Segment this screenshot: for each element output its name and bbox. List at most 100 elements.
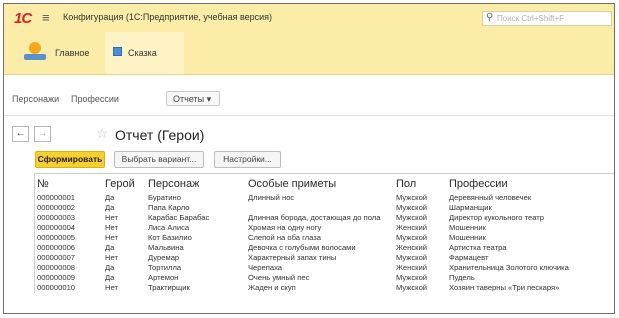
section-subnav: Персонажи Профессии Отчеты ▾ <box>4 90 614 108</box>
cell-gender: Женский <box>396 263 427 272</box>
favorite-star-icon[interactable]: ☆ <box>96 125 109 142</box>
section-tale[interactable]: Сказка <box>105 32 184 74</box>
cell-hero: Да <box>105 243 115 252</box>
cell-number: 000000009 <box>37 273 76 282</box>
cell-marks: Хромая на одну ногу <box>248 223 322 232</box>
table-row[interactable]: 000000001 Да Буратино Длинный нос Мужской Дер… <box>34 193 614 203</box>
cell-marks: Характерный запах тины <box>248 253 337 262</box>
cell-professions: Директор кукольного театр <box>449 213 544 222</box>
cell-gender: Мужской <box>396 203 428 212</box>
cell-gender: Мужской <box>396 253 428 262</box>
cell-professions: Мошенник <box>449 223 486 232</box>
report-toolbar: Сформировать Выбрать вариант... Настройк… <box>4 151 614 169</box>
cell-professions: Деревянный человечек <box>449 193 532 202</box>
settings-button[interactable]: Настройки... <box>214 151 281 168</box>
cell-character: Артемон <box>148 273 179 282</box>
col-header-professions: Профессии <box>449 178 508 190</box>
app-window: 1С ≡ Конфигурация (1С:Предприятие, учебн… <box>3 3 615 314</box>
top-bar: 1С ≡ Конфигурация (1С:Предприятие, учебн… <box>4 4 614 32</box>
cell-professions: Шарманщик <box>449 203 492 212</box>
back-button[interactable]: ← <box>12 126 29 142</box>
cell-professions: Артистка театра <box>449 243 507 252</box>
search-placeholder: Поиск Ctrl+Shift+F <box>497 14 565 23</box>
cell-gender: Женский <box>396 223 427 232</box>
cell-character: Папа Карло <box>148 203 190 212</box>
app-logo: 1С <box>14 10 32 27</box>
report-spreadsheet[interactable]: № Герой Персонаж Особые приметы Пол Проф… <box>34 173 614 293</box>
cell-number: 000000002 <box>37 203 76 212</box>
reports-dropdown-button[interactable]: Отчеты ▾ <box>166 91 220 106</box>
cell-number: 000000006 <box>37 243 76 252</box>
cell-gender: Мужской <box>396 233 428 242</box>
cell-character: Тортилла <box>148 263 182 272</box>
cell-gender: Женский <box>396 243 427 252</box>
cell-number: 000000003 <box>37 213 76 222</box>
cell-character: Лиса Алиса <box>148 223 190 232</box>
cell-character: Кот Базилио <box>148 233 192 242</box>
cell-number: 000000010 <box>37 283 76 292</box>
report-title: Отчет (Герои) <box>115 127 205 143</box>
home-section-icon <box>24 40 46 62</box>
cell-hero: Нет <box>105 253 118 262</box>
section-home[interactable]: Главное <box>4 32 105 74</box>
cell-hero: Нет <box>105 223 118 232</box>
cell-marks: Девочка с голубыми волосами <box>248 243 356 252</box>
select-variant-button[interactable]: Выбрать вариант... <box>114 151 204 168</box>
cell-hero: Да <box>105 263 115 272</box>
cell-gender: Мужской <box>396 193 428 202</box>
divider <box>4 115 614 116</box>
col-header-number: № <box>37 178 49 190</box>
table-row[interactable]: 000000002 Да Папа Карло Мужской Шарманщик <box>34 203 614 213</box>
cell-professions: Хозяин таверны «Три пескаря» <box>449 283 560 292</box>
cell-marks: Длинная борода, достающая до пола <box>248 213 381 222</box>
cell-number: 000000004 <box>37 223 76 232</box>
cell-hero: Нет <box>105 213 118 222</box>
cell-hero: Нет <box>105 233 118 242</box>
cell-character: Карабас Барабас <box>148 213 210 222</box>
table-row[interactable]: 000000010 Нет Трактирщик Жаден и скуп Мужско… <box>34 283 614 293</box>
cell-hero: Да <box>105 273 115 282</box>
col-header-marks: Особые приметы <box>248 178 337 190</box>
cell-hero: Да <box>105 193 115 202</box>
cell-character: Трактирщик <box>148 283 190 292</box>
cell-character: Буратино <box>148 193 181 202</box>
search-input[interactable]: ⚲ Поиск Ctrl+Shift+F <box>482 11 612 26</box>
cell-number: 000000007 <box>37 253 76 262</box>
cell-marks: Длинный нос <box>248 193 295 202</box>
cell-gender: Мужской <box>396 283 428 292</box>
cell-professions: Хранительница Золотого ключика <box>449 263 569 272</box>
col-header-hero: Герой <box>105 178 135 190</box>
section-panel: Главное Сказка <box>4 32 614 75</box>
cell-professions: Мошенник <box>449 233 486 242</box>
nav-link-characters[interactable]: Персонажи <box>12 94 59 104</box>
nav-link-professions[interactable]: Профессии <box>71 94 119 104</box>
cell-character: Дуремар <box>148 253 180 262</box>
tale-section-icon <box>113 47 122 56</box>
table-row[interactable]: 000000008 Да Тортилла Черепаха Женский Хранит… <box>34 263 614 273</box>
cell-professions: Пудель <box>449 273 475 282</box>
section-tale-label: Сказка <box>128 48 157 58</box>
cell-gender: Мужской <box>396 213 428 222</box>
form-header: ← → ☆ Отчет (Герои) <box>4 124 614 146</box>
app-title: Конфигурация (1С:Предприятие, учебная ве… <box>63 12 273 22</box>
generate-button[interactable]: Сформировать <box>35 151 105 168</box>
main-menu-icon[interactable]: ≡ <box>42 10 50 25</box>
table-row[interactable]: 000000005 Нет Кот Базилио Слепой на оба гла… <box>34 233 614 243</box>
search-icon: ⚲ <box>486 12 494 23</box>
cell-marks: Очень умный пес <box>248 273 310 282</box>
col-header-gender: Пол <box>396 178 417 190</box>
cell-marks: Слепой на оба глаза <box>248 233 321 242</box>
col-header-character: Персонаж <box>148 178 200 190</box>
table-row[interactable]: 000000006 Да Мальвина Девочка с голубыми во… <box>34 243 614 253</box>
cell-hero: Да <box>105 203 115 212</box>
table-row[interactable]: 000000003 Нет Карабас Барабас Длинная бород… <box>34 213 614 223</box>
cell-hero: Нет <box>105 283 118 292</box>
table-row[interactable]: 000000009 Да Артемон Очень умный пес Мужской… <box>34 273 614 283</box>
cell-character: Мальвина <box>148 243 184 252</box>
cell-gender: Мужской <box>396 273 428 282</box>
cell-marks: Черепаха <box>248 263 283 272</box>
forward-button[interactable]: → <box>34 126 51 142</box>
table-row[interactable]: 000000004 Нет Лиса Алиса Хромая на одну ног… <box>34 223 614 233</box>
section-home-label: Главное <box>55 48 90 58</box>
table-row[interactable]: 000000007 Нет Дуремар Характерный запах тин… <box>34 253 614 263</box>
